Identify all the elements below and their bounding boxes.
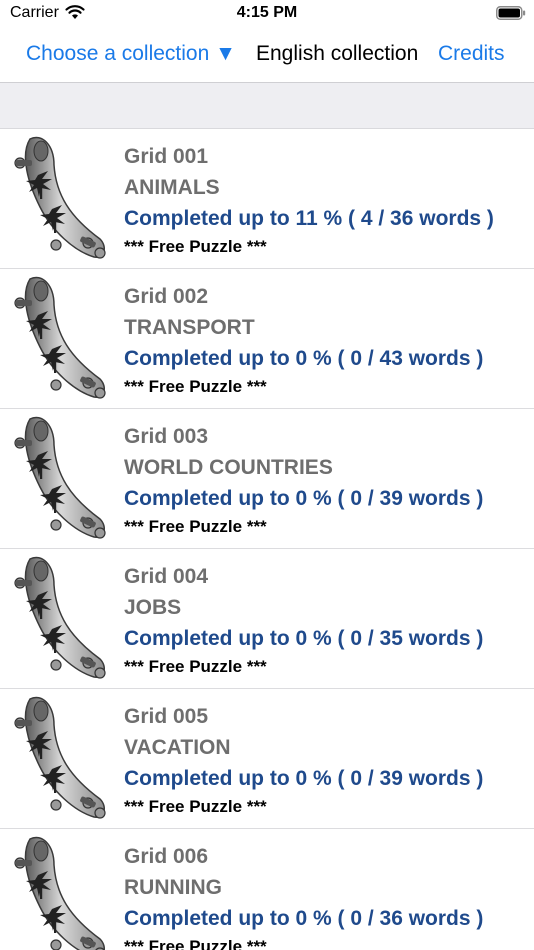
surfboard-palm-icon [14, 416, 106, 539]
grid-progress: Completed up to 0 % ( 0 / 39 words ) [124, 767, 484, 790]
grid-title: Grid 006 [124, 845, 209, 868]
grid-row[interactable]: Grid 001 ANIMALS Completed up to 11 % ( … [0, 129, 534, 269]
surfboard-palm-icon [14, 836, 105, 950]
grid-progress: Completed up to 0 % ( 0 / 39 words ) [124, 487, 484, 510]
battery-icon [496, 6, 526, 20]
nav-title: English collection [256, 42, 419, 65]
grid-category: RUNNING [124, 876, 222, 899]
grid-title: Grid 004 [124, 565, 209, 588]
surfboard-palm-icon [14, 276, 106, 399]
credits-button[interactable]: Credits [438, 42, 505, 66]
free-puzzle-badge: *** Free Puzzle *** [124, 517, 267, 536]
grid-row[interactable]: Grid 002 TRANSPORT Completed up to 0 % (… [0, 269, 534, 409]
section-header [0, 83, 534, 129]
grid-row[interactable]: Grid 003 WORLD COUNTRIES Completed up to… [0, 409, 534, 549]
free-puzzle-badge: *** Free Puzzle *** [124, 237, 267, 256]
free-puzzle-badge: *** Free Puzzle *** [124, 377, 267, 396]
grid-category: VACATION [124, 736, 231, 759]
choose-collection-button[interactable]: Choose a collection ▼ [26, 42, 236, 66]
grid-category: TRANSPORT [124, 316, 255, 339]
grid-row[interactable]: Grid 005 VACATION Completed up to 0 % ( … [0, 689, 534, 829]
grid-row[interactable]: Grid 006 RUNNING Completed up to 0 % ( 0… [0, 829, 534, 950]
surfboard-palm-icon [14, 136, 106, 259]
grid-progress: Completed up to 0 % ( 0 / 36 words ) [124, 907, 484, 930]
surfboard-palm-icon [14, 696, 106, 819]
free-puzzle-badge: *** Free Puzzle *** [124, 797, 267, 816]
grid-title: Grid 002 [124, 285, 209, 308]
grid-title: Grid 001 [124, 145, 209, 168]
status-bar: Carrier 4:15 PM [0, 0, 534, 28]
free-puzzle-badge: *** Free Puzzle *** [124, 657, 267, 676]
free-puzzle-badge: *** Free Puzzle *** [124, 937, 267, 950]
grid-category: WORLD COUNTRIES [124, 456, 333, 479]
grid-list[interactable]: Grid 001 ANIMALS Completed up to 11 % ( … [0, 129, 534, 950]
grid-progress: Completed up to 0 % ( 0 / 43 words ) [124, 347, 484, 370]
grid-title: Grid 003 [124, 425, 209, 448]
clock: 4:15 PM [236, 4, 298, 21]
app-screen: Carrier 4:15 PM Choose a collection ▼ En… [0, 0, 534, 950]
grid-row[interactable]: Grid 004 JOBS Completed up to 0 % ( 0 / … [0, 549, 534, 689]
navigation-bar: Choose a collection ▼ English collection… [0, 28, 534, 83]
grid-category: ANIMALS [124, 176, 220, 199]
grid-progress: Completed up to 11 % ( 4 / 36 words ) [124, 207, 494, 230]
grid-title: Grid 005 [124, 705, 209, 728]
surfboard-palm-icon [14, 556, 106, 679]
grid-progress: Completed up to 0 % ( 0 / 35 words ) [124, 627, 484, 650]
grid-category: JOBS [124, 596, 182, 619]
